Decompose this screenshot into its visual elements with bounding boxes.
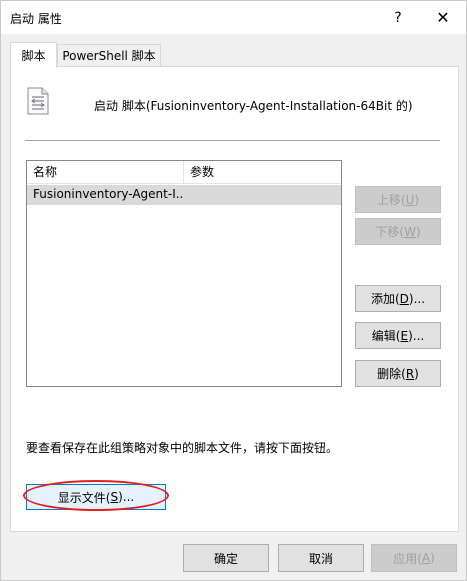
show-files-button[interactable]: 显示文件(S)... — [26, 484, 166, 510]
remove-suffix: ) — [414, 366, 419, 381]
edit-button[interactable]: 编辑(E)... — [355, 322, 441, 349]
move-down-button[interactable]: 下移(W) — [355, 218, 441, 245]
apply-suffix: ) — [430, 551, 435, 565]
edit-accesskey: E — [400, 328, 409, 343]
move-up-suffix: ) — [414, 192, 420, 207]
remove-button[interactable]: 删除(R) — [355, 360, 441, 387]
close-icon[interactable]: ✕ — [420, 1, 466, 34]
add-suffix: )... — [408, 291, 426, 306]
column-header-name[interactable]: 名称 — [27, 161, 184, 184]
move-up-accesskey: U — [405, 192, 415, 207]
show-files-suffix: )... — [118, 490, 135, 504]
add-accesskey: D — [399, 291, 409, 306]
scripts-list[interactable]: 名称 参数 Fusioninventory-Agent-I... — [26, 160, 342, 387]
apply-accesskey: A — [421, 551, 431, 565]
apply-label: 应用( — [393, 551, 422, 566]
script-icon — [27, 87, 49, 115]
title-bar[interactable]: 启动 属性 ? ✕ — [1, 1, 466, 34]
move-down-suffix: ) — [415, 224, 421, 239]
apply-button[interactable]: 应用(A) — [371, 544, 457, 572]
info-text: 要查看保存在此组策略对象中的脚本文件，请按下面按钮。 — [26, 441, 339, 455]
tab-powershell-scripts[interactable]: PowerShell 脚本 — [57, 44, 161, 66]
add-label: 添加( — [370, 292, 400, 306]
cancel-button[interactable]: 取消 — [278, 544, 364, 572]
script-header-text: 启动 脚本(Fusioninventory-Agent-Installation… — [94, 99, 413, 113]
window-title: 启动 属性 — [10, 12, 62, 26]
edit-label: 编辑( — [371, 329, 401, 343]
ok-button[interactable]: 确定 — [183, 544, 269, 572]
properties-dialog: 启动 属性 ? ✕ 脚本 PowerShell 脚本 启动 脚本(Fusioni… — [0, 0, 467, 581]
divider — [25, 140, 440, 141]
add-button[interactable]: 添加(D)... — [355, 285, 441, 312]
list-item-name: Fusioninventory-Agent-I... — [33, 187, 183, 201]
tab-scripts[interactable]: 脚本 — [10, 42, 57, 68]
remove-accesskey: R — [405, 366, 415, 381]
move-down-accesskey: W — [404, 224, 416, 239]
list-item[interactable]: Fusioninventory-Agent-I... — [27, 185, 341, 205]
tab-panel: 启动 脚本(Fusioninventory-Agent-Installation… — [10, 66, 459, 532]
move-up-label: 上移( — [376, 193, 406, 207]
help-icon[interactable]: ? — [375, 1, 421, 34]
show-files-accesskey: S — [110, 490, 119, 504]
show-files-label: 显示文件( — [57, 490, 111, 505]
move-up-button[interactable]: 上移(U) — [355, 186, 441, 213]
edit-suffix: )... — [408, 328, 425, 343]
list-header: 名称 参数 — [27, 161, 341, 184]
column-header-parameters[interactable]: 参数 — [184, 161, 341, 184]
move-down-label: 下移( — [375, 225, 405, 239]
remove-label: 删除( — [377, 367, 406, 381]
